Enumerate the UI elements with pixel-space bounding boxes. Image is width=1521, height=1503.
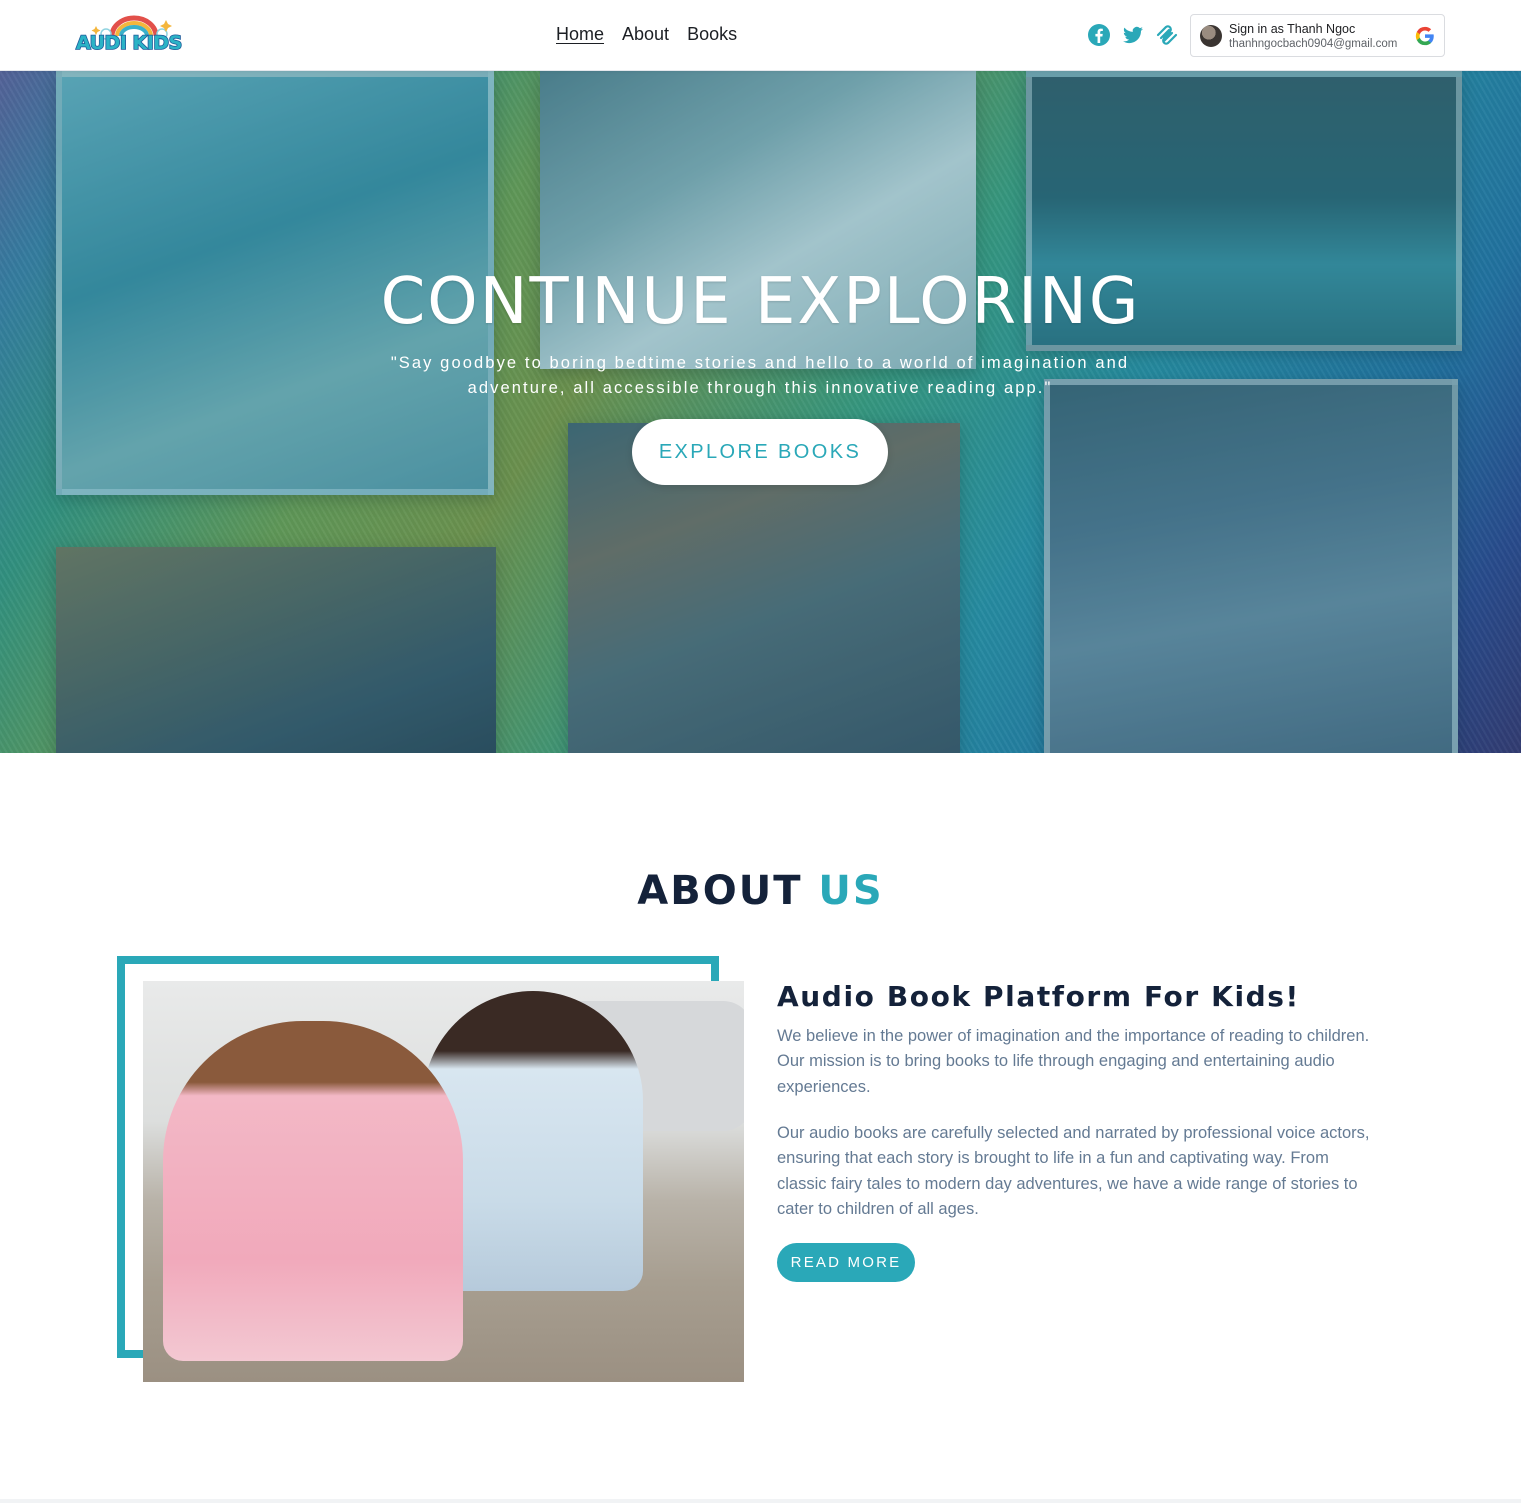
about-paragraph-1: We believe in the power of imagination a… xyxy=(777,1027,1370,1096)
photo-girl-pink-shirt xyxy=(163,1021,463,1361)
nav-about-link[interactable]: About xyxy=(622,24,669,45)
nav-books-link[interactable]: Books xyxy=(687,24,737,45)
signin-email: thanhngocbach0904@gmail.com xyxy=(1229,38,1398,50)
hero-overlay xyxy=(0,71,1521,753)
about-heading: Audio Book Platform For Kids! xyxy=(777,980,1300,1013)
about-photo-girls-headphones xyxy=(143,981,744,1382)
main-nav: Home About Books xyxy=(556,24,737,45)
twitter-icon[interactable] xyxy=(1121,23,1145,47)
audi-kids-logo[interactable]: AUDI KIDS xyxy=(75,12,194,58)
about-title-main: ABOUT xyxy=(637,868,803,914)
google-icon xyxy=(1415,26,1434,46)
facebook-icon[interactable] xyxy=(1087,23,1111,47)
site-header: AUDI KIDS Home About Books Sign in as Th… xyxy=(0,0,1521,71)
squarespace-icon[interactable] xyxy=(1155,23,1179,47)
social-links xyxy=(1087,23,1179,47)
hero-title: CONTINUE EXPLORING xyxy=(380,265,1141,339)
hero-section: CONTINUE EXPLORING "Say goodbye to borin… xyxy=(0,71,1521,753)
google-signin-button[interactable]: Sign in as Thanh Ngoc thanhngocbach0904@… xyxy=(1190,14,1445,57)
signin-title: Sign in as Thanh Ngoc xyxy=(1229,22,1356,36)
about-paragraph-2: Our audio books are carefully selected a… xyxy=(777,1124,1370,1218)
logo-text: AUDI KIDS xyxy=(75,31,183,55)
nav-home-link[interactable]: Home xyxy=(556,24,604,45)
section-divider xyxy=(0,1499,1521,1503)
explore-books-button[interactable]: EXPLORE BOOKS xyxy=(632,419,888,485)
read-more-button[interactable]: READ MORE xyxy=(777,1243,915,1282)
about-section-title: ABOUT US xyxy=(0,868,1521,914)
about-title-accent: US xyxy=(818,868,884,914)
avatar xyxy=(1200,25,1222,47)
hero-subtitle: "Say goodbye to boring bedtime stories a… xyxy=(390,354,1130,397)
